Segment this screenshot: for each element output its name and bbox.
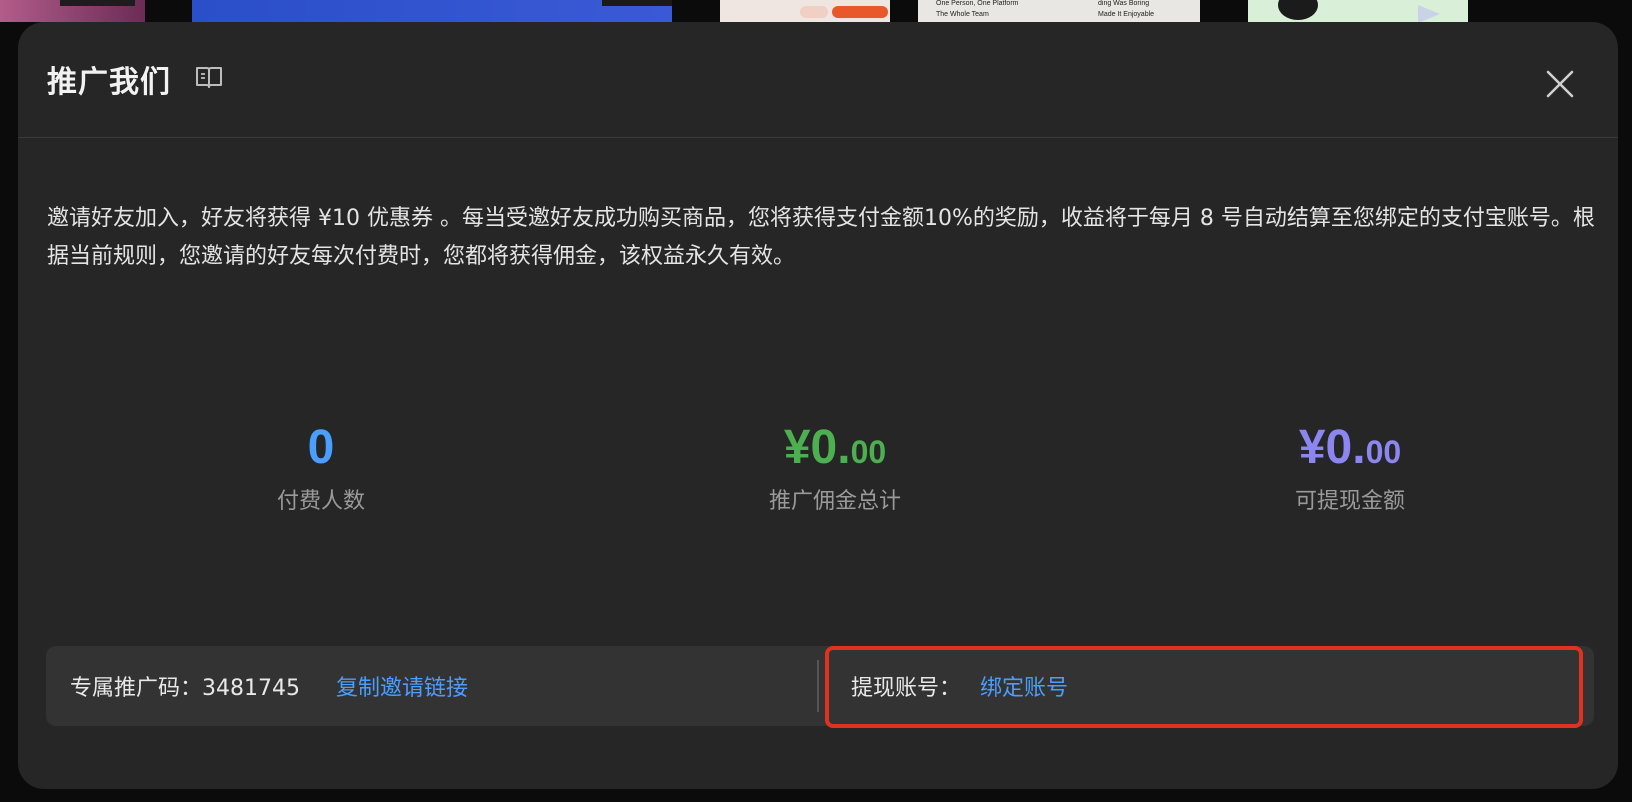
stat-cents: 00 (1365, 434, 1402, 470)
background-thumbnail (720, 0, 890, 22)
divider (817, 660, 819, 712)
stat-value: ¥0.00 (1200, 417, 1500, 477)
copy-invite-link[interactable]: 复制邀请链接 (336, 670, 468, 702)
stat-number: ¥0. (783, 421, 851, 474)
background-thumbnail (0, 0, 145, 22)
book-icon[interactable] (194, 63, 224, 91)
background-thumbnail (192, 0, 672, 22)
promo-bar: 专属推广码：3481745 复制邀请链接 提现账号： 绑定账号 (46, 646, 1594, 726)
background-thumbnail: One Person, One Platform The Whole Team … (918, 0, 1200, 22)
thumbnail-text: ding Was Boring (1098, 0, 1150, 7)
withdraw-account-label: 提现账号： (851, 676, 962, 701)
background-thumbnail (1248, 0, 1468, 23)
stat-value: ¥0.00 (685, 417, 985, 477)
stat-label: 付费人数 (276, 489, 365, 514)
stat-total-commission: ¥0.00 推广佣金总计 (685, 417, 985, 515)
stat-withdrawable: ¥0.00 可提现金额 (1200, 417, 1500, 515)
referral-description: 邀请好友加入，好友将获得 ¥10 优惠券 。每当受邀好友成功购买商品，您将获得支… (47, 206, 1595, 269)
stat-cents: 00 (850, 434, 887, 470)
stat-number: 0 (307, 421, 335, 474)
stat-label: 推广佣金总计 (768, 489, 901, 514)
thumbnail-text: Made It Enjoyable (1098, 11, 1155, 18)
promote-modal: 推广我们 邀请好友加入，好友将获得 ¥10 优惠券 。每当受邀好友成功购买商品，… (18, 22, 1618, 789)
stat-label: 可提现金额 (1294, 489, 1405, 514)
thumbnail-text: One Person, One Platform (936, 0, 1019, 7)
close-icon[interactable] (1542, 66, 1578, 102)
bind-account-link[interactable]: 绑定账号 (980, 670, 1068, 702)
stat-value: 0 (171, 417, 471, 477)
modal-header: 推广我们 (18, 22, 1618, 138)
stat-paid-users: 0 付费人数 (171, 417, 471, 515)
thumbnail-text: The Whole Team (936, 11, 989, 18)
promo-code: 专属推广码：3481745 (70, 676, 300, 701)
stat-number: ¥0. (1298, 421, 1366, 474)
modal-title: 推广我们 (47, 65, 171, 100)
